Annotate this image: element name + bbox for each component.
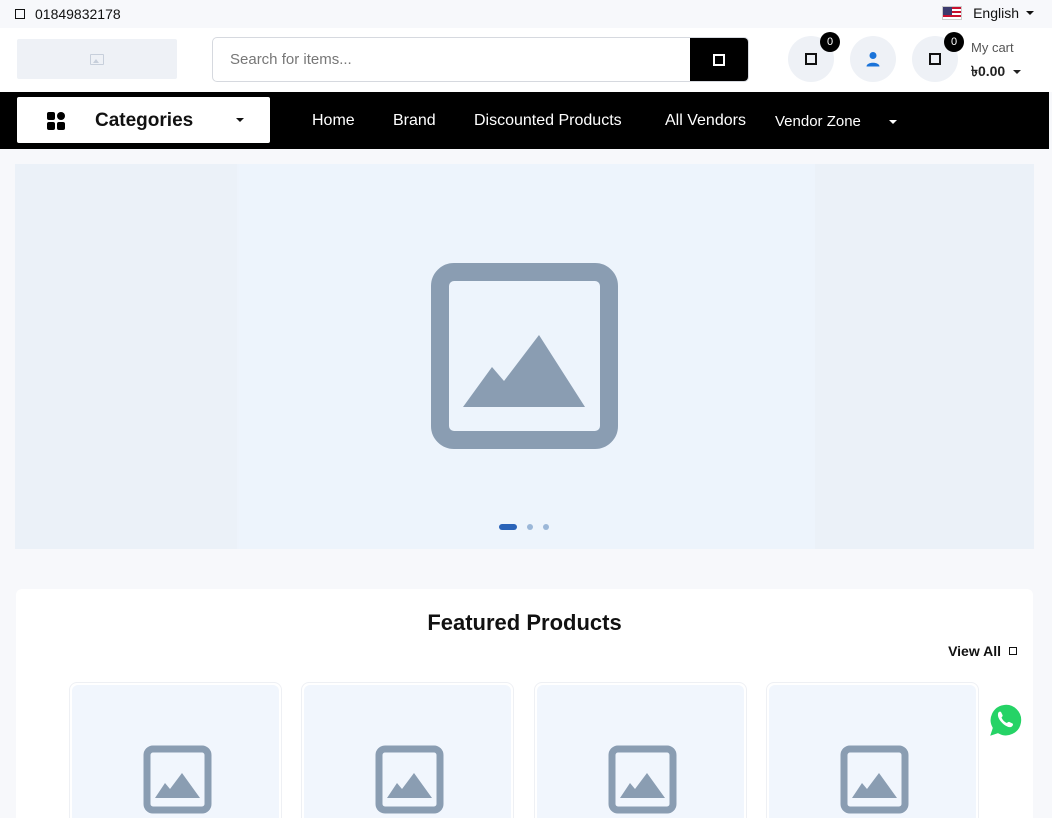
categories-dropdown[interactable]: Categories (17, 97, 270, 143)
product-card[interactable] (301, 682, 514, 818)
site-logo[interactable] (17, 39, 177, 79)
user-icon (866, 52, 880, 67)
nav-home[interactable]: Home (312, 112, 355, 130)
search-input[interactable] (213, 38, 691, 81)
featured-products-section: Featured Products View All (16, 589, 1033, 818)
cart-label[interactable]: My cart (971, 40, 1014, 55)
search-bar (212, 37, 749, 82)
carousel-dot[interactable] (499, 524, 517, 530)
cart-count-badge: 0 (944, 32, 964, 52)
chevron-down-icon (1013, 70, 1022, 74)
heart-icon (805, 53, 817, 65)
search-button[interactable] (690, 38, 748, 81)
wishlist-count-badge: 0 (820, 32, 840, 52)
product-image (72, 685, 279, 818)
cart-total-dropdown[interactable]: ৳0.00 (971, 60, 1022, 84)
wishlist-button[interactable]: 0 (788, 32, 840, 82)
main-nav: Categories Home Brand Discounted Product… (0, 92, 1049, 149)
view-all-label: View All (948, 643, 1001, 659)
carousel-indicators (499, 524, 559, 530)
product-image (537, 685, 744, 818)
product-image (769, 685, 976, 818)
carousel-dot[interactable] (527, 524, 533, 530)
hero-slide-next (815, 164, 1034, 549)
nav-brand[interactable]: Brand (393, 112, 436, 130)
grid-icon (47, 112, 65, 130)
us-flag-icon (942, 6, 963, 20)
carousel-dot[interactable] (543, 524, 549, 530)
product-card[interactable] (766, 682, 979, 818)
chevron-down-icon (1026, 11, 1034, 15)
phone-icon (15, 9, 25, 19)
categories-label: Categories (95, 110, 194, 131)
header: 0 0 My cart ৳0.00 (0, 28, 1052, 92)
view-all-link[interactable]: View All (948, 643, 1017, 659)
hero-slide-prev (15, 164, 237, 549)
hero-carousel[interactable] (15, 164, 1034, 549)
cart-total-amount: ৳0.00 (971, 63, 1006, 79)
nav-vendor-zone[interactable]: Vendor Zone (775, 113, 861, 130)
image-placeholder-icon (608, 745, 677, 814)
language-selector[interactable]: English (942, 5, 1034, 21)
chevron-down-icon (236, 118, 244, 122)
product-card[interactable] (534, 682, 747, 818)
image-placeholder-icon (375, 745, 444, 814)
cart-button[interactable]: 0 (912, 32, 964, 82)
section-title: Featured Products (427, 610, 622, 635)
product-image (304, 685, 511, 818)
image-placeholder-icon (90, 53, 104, 65)
nav-discounted-products[interactable]: Discounted Products (474, 112, 622, 130)
nav-all-vendors[interactable]: All Vendors (665, 112, 746, 130)
top-bar: 01849832178 English (0, 0, 1052, 28)
account-button[interactable] (850, 36, 896, 82)
search-icon (713, 53, 725, 66)
image-placeholder-icon (143, 745, 212, 814)
chevron-down-icon[interactable] (889, 120, 897, 124)
product-card[interactable] (69, 682, 282, 818)
language-label: English (973, 5, 1019, 21)
cart-icon (929, 53, 941, 65)
whatsapp-icon[interactable] (983, 700, 1025, 742)
image-placeholder-icon (431, 263, 618, 449)
image-placeholder-icon (840, 745, 909, 814)
arrow-right-icon (1009, 647, 1017, 655)
phone-contact[interactable]: 01849832178 (15, 6, 121, 22)
phone-number: 01849832178 (35, 6, 121, 22)
